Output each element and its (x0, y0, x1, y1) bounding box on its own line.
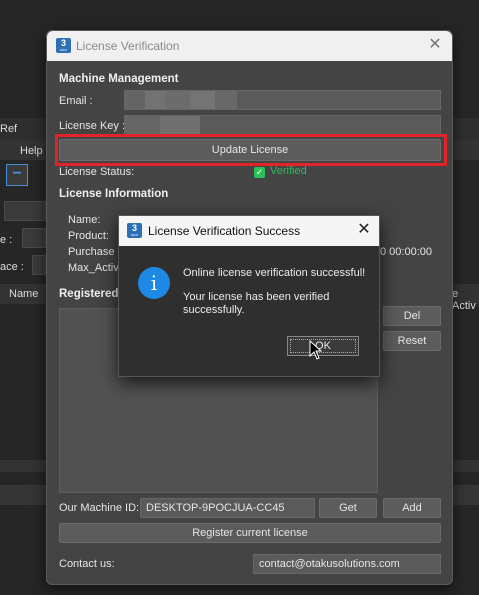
dialog-sub-message: Your license has been verified successfu… (183, 291, 330, 316)
email-label: Email : (59, 95, 93, 107)
add-button[interactable]: Add (383, 498, 441, 518)
del-button[interactable]: Del (383, 306, 441, 326)
machine-id-label: Our Machine ID: (59, 502, 140, 514)
purchase-date-label: Purchase d (68, 246, 124, 258)
register-current-license-button[interactable]: Register current license (59, 523, 441, 543)
license-key-label: License Key : (59, 120, 126, 132)
email-redaction (215, 91, 237, 109)
background-active-header: e Activ (452, 288, 476, 312)
purchase-date-value: 0 00:00:00 (380, 246, 432, 258)
background-ref-label: Ref (0, 123, 18, 135)
get-button[interactable]: Get (319, 498, 377, 518)
window-title: License Verification (76, 39, 180, 53)
license-status-label: License Status: (59, 166, 135, 178)
background-name-header: Name (9, 288, 39, 300)
contact-field[interactable]: contact@otakusolutions.com (253, 554, 441, 574)
app-logo-icon: 3 MAX (56, 38, 71, 53)
close-icon[interactable]: ✕ (426, 36, 444, 54)
email-redaction (125, 91, 145, 109)
registered-heading: Registered (59, 288, 119, 300)
check-icon: ✓ (254, 167, 265, 178)
update-license-highlight (55, 134, 447, 166)
background-ace-label: ace : (0, 261, 24, 273)
license-key-redaction (160, 116, 200, 134)
dialog-message: Online license verification successful! (183, 267, 366, 279)
app-logo-icon: 3 MAX (127, 223, 142, 238)
window-titlebar: 3 MAX License Verification ✕ (47, 31, 452, 61)
email-redaction (145, 91, 165, 109)
verification-success-dialog: 3 MAX License Verification Success ✕ i On… (118, 215, 380, 377)
info-icon: i (138, 267, 170, 299)
dialog-title: License Verification Success (148, 224, 301, 238)
dialog-titlebar: 3 MAX License Verification Success ✕ (119, 216, 379, 246)
background-field-2[interactable] (22, 228, 46, 248)
close-icon[interactable]: ✕ (355, 221, 373, 239)
background-minus-button[interactable]: − (6, 164, 28, 186)
email-redaction (165, 91, 190, 109)
background-help-menu[interactable]: Help (20, 145, 43, 157)
contact-label: Contact us: (59, 558, 115, 570)
email-redaction (190, 91, 215, 109)
machine-id-field[interactable]: DESKTOP-9POCJUA-CC45 (140, 498, 315, 518)
background-field-1[interactable] (4, 201, 46, 221)
machine-management-heading: Machine Management (59, 73, 179, 85)
ok-button[interactable]: OK (287, 336, 359, 356)
product-label: Product: (68, 230, 109, 242)
license-status-value: Verified (270, 165, 307, 177)
max-active-label: Max_Activ (68, 262, 119, 274)
background-field-3[interactable] (32, 255, 46, 275)
name-label: Name: (68, 214, 101, 226)
mouse-cursor-icon (309, 340, 323, 360)
reset-button[interactable]: Reset (383, 331, 441, 351)
license-information-heading: License Information (59, 188, 169, 200)
background-e-label: e : (0, 234, 13, 246)
license-key-redaction (125, 116, 160, 134)
